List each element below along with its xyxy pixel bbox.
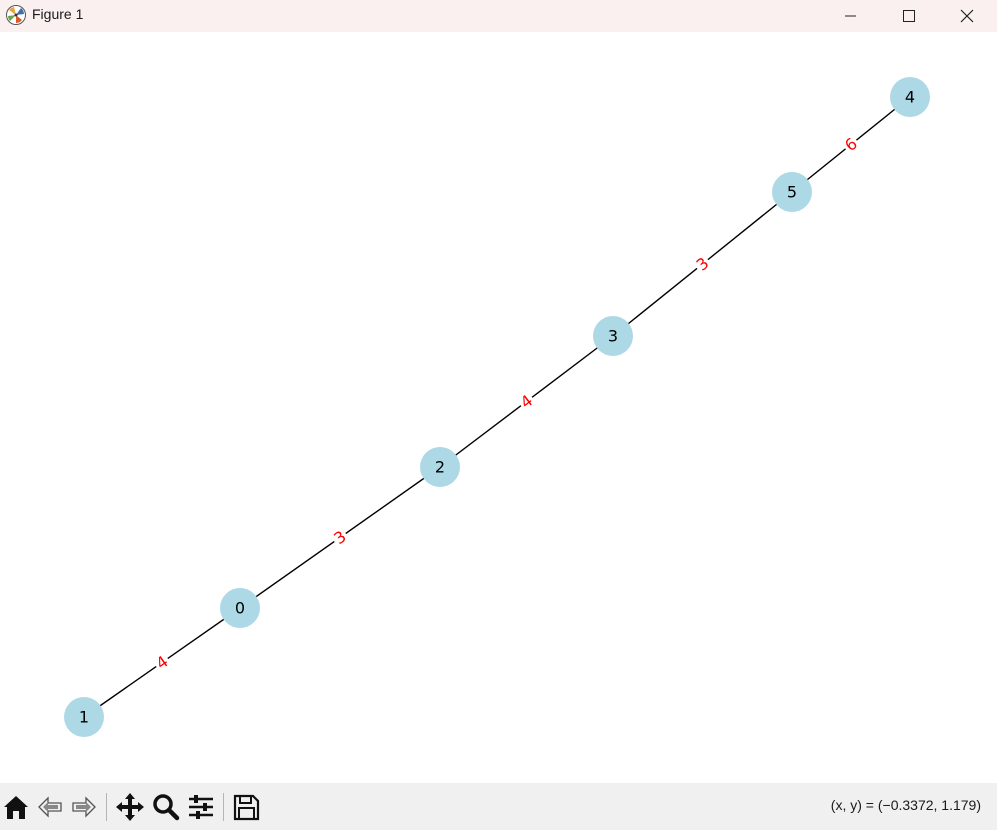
node-label-0: 0: [235, 599, 245, 618]
close-icon: [960, 9, 974, 23]
back-arrow-icon: [38, 796, 62, 818]
sliders-icon: [189, 795, 213, 819]
node-label-1: 1: [79, 708, 89, 727]
forward-button[interactable]: [68, 791, 100, 823]
toolbar-separator: [106, 793, 107, 821]
home-button[interactable]: [0, 791, 32, 823]
configure-subplots-button[interactable]: [185, 791, 217, 823]
toolbar-separator: [223, 793, 224, 821]
title-bar: Figure 1: [0, 0, 997, 32]
edge-label-2-3: 4: [515, 390, 538, 413]
node-label-3: 3: [608, 327, 618, 346]
home-icon: [4, 796, 28, 819]
minimize-button[interactable]: [828, 0, 874, 32]
magnifier-icon: [153, 794, 180, 821]
edge-label-5-4: 6: [839, 133, 863, 156]
network-graph: 4 3 4 3 6 0 1 2 3 4 5: [64, 77, 930, 737]
back-button[interactable]: [34, 791, 66, 823]
nodes-layer: 0 1 2 3 4 5: [64, 77, 930, 737]
minimize-icon: [845, 15, 856, 17]
node-label-5: 5: [787, 183, 797, 202]
pan-button[interactable]: [114, 791, 146, 823]
window-title: Figure 1: [32, 6, 84, 22]
edge-label-3-5: 3: [691, 252, 714, 276]
navigation-toolbar: (x, y) = (−0.3372, 1.179): [0, 783, 997, 830]
maximize-icon: [903, 10, 915, 22]
maximize-button[interactable]: [886, 0, 932, 32]
close-button[interactable]: [944, 0, 990, 32]
move-icon: [116, 793, 144, 821]
cursor-coordinates: (x, y) = (−0.3372, 1.179): [830, 797, 981, 813]
edge-label-0-2: 3: [329, 526, 351, 549]
figure-canvas[interactable]: 4 3 4 3 6 0 1 2 3 4 5: [0, 32, 997, 783]
edge-label-1-0: 4: [151, 651, 173, 674]
node-label-2: 2: [435, 458, 445, 477]
node-label-4: 4: [905, 88, 915, 107]
matplotlib-logo-icon: [6, 5, 26, 25]
floppy-disk-icon: [233, 794, 260, 821]
save-button[interactable]: [230, 791, 262, 823]
zoom-button[interactable]: [150, 791, 182, 823]
forward-arrow-icon: [72, 796, 96, 818]
